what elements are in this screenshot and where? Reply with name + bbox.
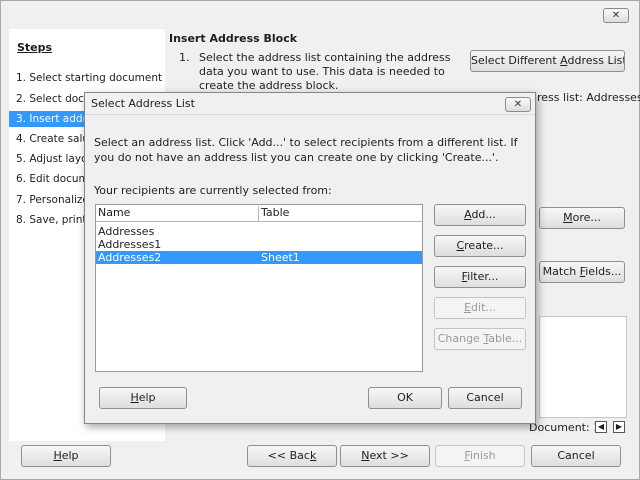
section-title: Insert Address Block <box>169 32 298 45</box>
select-address-list-dialog: Select Address List ✕ Select an address … <box>84 92 536 424</box>
button-label-part: Change <box>437 332 484 345</box>
steps-title: Steps <box>17 41 53 54</box>
button-label-part: ext >> <box>369 449 409 462</box>
column-header-name[interactable]: Name <box>96 205 258 222</box>
button-label-part: ilter... <box>467 270 499 283</box>
list-row-addresses2[interactable]: Addresses2 Sheet1 <box>96 251 422 264</box>
dialog-cancel-button[interactable]: Cancel <box>448 387 522 409</box>
arrow-left-icon: ◀ <box>597 422 605 431</box>
close-icon: ✕ <box>611 10 621 21</box>
cell-name: Addresses1 <box>98 238 162 251</box>
button-label-key: k <box>309 449 317 462</box>
select-different-address-list-button[interactable]: Select Different Address List... <box>470 50 625 72</box>
finish-button[interactable]: Finish <box>435 445 525 467</box>
change-table-button[interactable]: Change Table... <box>434 328 526 350</box>
document-counter-label: Document: 1 <box>529 421 601 434</box>
step-item-1[interactable]: 1. Select starting document <box>9 70 165 86</box>
instruction-text: Select the address list containing the a… <box>199 51 451 92</box>
button-label-part: elp <box>138 391 156 404</box>
button-label-part: ields... <box>585 265 622 278</box>
dialog-title: Select Address List <box>91 97 195 110</box>
button-label-key: M <box>563 211 573 224</box>
current-address-list-label: ress list: Addresses2 <box>537 91 640 104</box>
recipients-source-label: Your recipients are currently selected f… <box>94 184 332 197</box>
button-label-part: reate... <box>464 239 504 252</box>
cell-table: Sheet1 <box>261 251 300 264</box>
list-header: Name Table <box>96 205 422 222</box>
list-row-addresses1[interactable]: Addresses1 <box>96 238 422 251</box>
arrow-right-icon: ▶ <box>615 422 623 431</box>
dialog-close-button[interactable]: ✕ <box>505 97 531 112</box>
close-icon: ✕ <box>513 99 523 110</box>
edit-button[interactable]: Edit... <box>434 297 526 319</box>
previous-document-button[interactable]: ◀ <box>595 421 607 433</box>
button-label-key: E <box>464 301 472 314</box>
button-label-key: C <box>456 239 465 252</box>
button-label-key: H <box>53 449 62 462</box>
wizard-help-button[interactable]: Help <box>21 445 111 467</box>
next-document-button[interactable]: ▶ <box>613 421 625 433</box>
wizard-close-button[interactable]: ✕ <box>603 8 629 23</box>
button-label-part: inish <box>469 449 496 462</box>
match-fields-button[interactable]: Match Fields... <box>539 261 625 283</box>
filter-button[interactable]: Filter... <box>434 266 526 288</box>
next-button[interactable]: Next >> <box>340 445 430 467</box>
ok-button[interactable]: OK <box>368 387 442 409</box>
address-list-table[interactable]: Name Table Addresses Addresses1 Addresse… <box>95 204 423 372</box>
button-label-part: dit... <box>471 301 496 314</box>
button-label-part: able... <box>488 332 523 345</box>
button-label-part: << Bac <box>267 449 310 462</box>
button-label-part: Match <box>542 265 580 278</box>
dialog-description: Select an address list. Click 'Add...' t… <box>94 136 518 164</box>
button-label-key: H <box>130 391 139 404</box>
cell-name: Addresses2 <box>98 251 162 264</box>
more-button[interactable]: More... <box>539 207 625 229</box>
button-label-part: ddress List... <box>567 54 624 67</box>
column-header-table[interactable]: Table <box>259 205 422 222</box>
back-button[interactable]: << Back <box>247 445 337 467</box>
button-label-part: dd... <box>471 208 496 221</box>
dialog-help-button[interactable]: Help <box>99 387 187 409</box>
dialog-title-bar[interactable]: Select Address List ✕ <box>85 93 535 115</box>
instruction-number: 1. <box>179 51 190 64</box>
list-row-addresses[interactable]: Addresses <box>96 225 422 238</box>
button-label-part: Select Different <box>471 54 561 67</box>
address-preview-box <box>539 316 627 418</box>
create-button[interactable]: Create... <box>434 235 526 257</box>
add-button[interactable]: Add... <box>434 204 526 226</box>
button-label-part: ore... <box>572 211 601 224</box>
button-label-part: elp <box>61 449 79 462</box>
wizard-cancel-button[interactable]: Cancel <box>531 445 621 467</box>
cell-name: Addresses <box>98 225 155 238</box>
